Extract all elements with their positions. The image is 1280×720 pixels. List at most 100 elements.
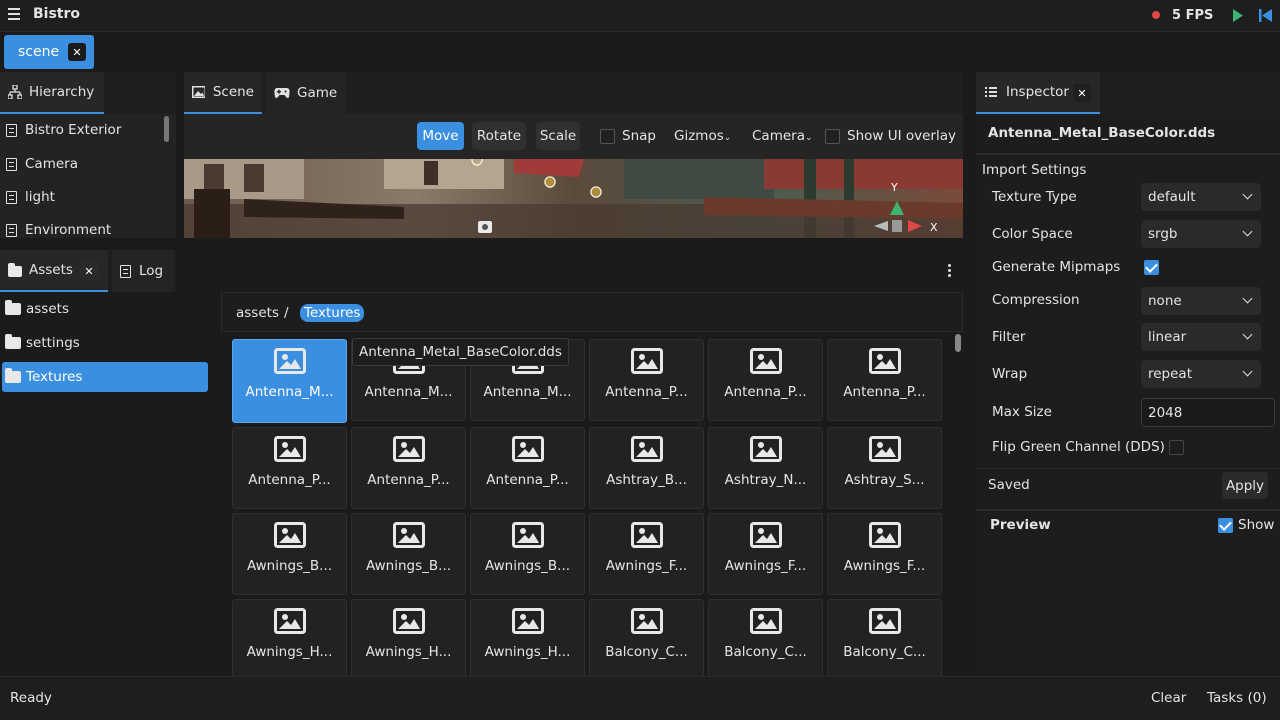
- top-bar: [0, 0, 1280, 32]
- asset-tile[interactable]: Antenna_P...: [827, 339, 942, 421]
- asset-tile[interactable]: Awnings_B...: [351, 513, 466, 595]
- max-size-input[interactable]: 2048: [1141, 398, 1275, 427]
- wrap-select[interactable]: repeat: [1141, 360, 1261, 388]
- close-scene-tab-button[interactable]: ✕: [68, 43, 86, 61]
- image-file-icon: [512, 608, 544, 634]
- scene-viewport[interactable]: Y X: [184, 159, 963, 238]
- tab-inspector[interactable]: Inspector ✕: [976, 72, 1100, 114]
- hierarchy-item-label: Bistro Exterior: [25, 122, 122, 138]
- compression-value: none: [1148, 293, 1182, 309]
- hierarchy-item-label: Camera: [25, 156, 78, 172]
- asset-tile[interactable]: Balcony_C...: [589, 599, 704, 681]
- fps-counter: 5 FPS: [1172, 8, 1214, 23]
- apply-button[interactable]: Apply: [1222, 472, 1268, 499]
- tab-game[interactable]: Game: [266, 72, 346, 114]
- chevron-down-icon: [1242, 293, 1253, 304]
- image-file-icon: [869, 436, 901, 462]
- asset-tile-label: Awnings_F...: [843, 558, 926, 574]
- asset-tile[interactable]: Antenna_P...: [351, 427, 466, 509]
- asset-tile[interactable]: Antenna_P...: [589, 339, 704, 421]
- asset-tile[interactable]: Antenna_P...: [232, 427, 347, 509]
- image-file-icon: [631, 522, 663, 548]
- hierarchy-tree-icon: [8, 85, 22, 99]
- hamburger-menu-icon[interactable]: [8, 8, 20, 20]
- asset-tile[interactable]: Ashtray_B...: [589, 427, 704, 509]
- asset-grid-scrollbar[interactable]: [955, 334, 961, 352]
- asset-tile[interactable]: Awnings_F...: [589, 513, 704, 595]
- asset-tile-label: Antenna_P...: [843, 384, 926, 400]
- hierarchy-scrollbar[interactable]: [164, 116, 169, 142]
- asset-tile[interactable]: Awnings_F...: [827, 513, 942, 595]
- asset-tile[interactable]: Balcony_C...: [708, 599, 823, 681]
- rotate-tool-button[interactable]: Rotate: [472, 122, 526, 150]
- snap-checkbox[interactable]: [600, 129, 615, 144]
- asset-tile[interactable]: Ashtray_N...: [708, 427, 823, 509]
- camera-dropdown[interactable]: Camera⌄: [752, 128, 813, 144]
- hierarchy-item-bistro-exterior[interactable]: Bistro Exterior: [0, 115, 164, 145]
- hierarchy-item-camera[interactable]: Camera: [0, 149, 164, 179]
- skip-to-start-icon[interactable]: [1259, 9, 1273, 22]
- asset-tile[interactable]: Awnings_H...: [351, 599, 466, 681]
- scale-tool-button[interactable]: Scale: [536, 122, 580, 150]
- asset-tile[interactable]: Ashtray_S...: [827, 427, 942, 509]
- asset-tile[interactable]: Awnings_H...: [470, 599, 585, 681]
- compression-select[interactable]: none: [1141, 287, 1261, 315]
- folder-item-assets[interactable]: assets: [2, 294, 208, 324]
- wrap-value: repeat: [1148, 366, 1193, 382]
- tab-scene-document-label: scene: [18, 44, 60, 60]
- image-icon: [192, 86, 205, 98]
- asset-tile-label: Balcony_C...: [724, 644, 807, 660]
- flip-green-checkbox[interactable]: [1169, 440, 1184, 455]
- asset-tile[interactable]: Awnings_F...: [708, 513, 823, 595]
- import-settings-title: Import Settings: [982, 162, 1087, 178]
- tab-log[interactable]: Log: [112, 250, 174, 292]
- image-file-icon: [274, 608, 306, 634]
- divider: [976, 153, 1280, 155]
- axis-y-label: Y: [890, 181, 898, 194]
- chevron-down-icon: [1242, 189, 1253, 200]
- move-tool-button[interactable]: Move: [417, 122, 464, 150]
- hierarchy-panel: Bistro Exterior Camera light Environment: [0, 114, 176, 238]
- breadcrumb-item-textures[interactable]: Textures: [300, 304, 365, 322]
- node-icon: [6, 190, 17, 204]
- tab-hierarchy[interactable]: Hierarchy: [0, 72, 104, 114]
- axis-x-label: X: [930, 221, 938, 234]
- tab-assets[interactable]: Assets ✕: [0, 250, 108, 292]
- asset-tooltip: Antenna_Metal_BaseColor.dds: [352, 338, 569, 366]
- texture-type-select[interactable]: default: [1141, 183, 1261, 211]
- asset-tile[interactable]: Awnings_B...: [232, 513, 347, 595]
- color-space-select[interactable]: srgb: [1141, 220, 1261, 248]
- tab-scene[interactable]: Scene: [184, 72, 262, 114]
- asset-tile[interactable]: Antenna_M...: [232, 339, 347, 423]
- snap-label: Snap: [622, 128, 656, 144]
- close-icon: ✕: [1077, 86, 1087, 100]
- asset-tile-label: Antenna_P...: [724, 384, 807, 400]
- filter-select[interactable]: linear: [1141, 323, 1261, 351]
- breadcrumb-item-assets[interactable]: assets: [236, 305, 279, 321]
- play-icon[interactable]: [1232, 9, 1244, 22]
- close-assets-tab-button[interactable]: ✕: [80, 262, 98, 280]
- tasks-button[interactable]: Tasks (0): [1207, 690, 1267, 706]
- show-preview-checkbox[interactable]: [1218, 518, 1233, 533]
- generate-mipmaps-checkbox[interactable]: [1144, 260, 1159, 275]
- folder-item-textures[interactable]: Textures: [2, 362, 208, 392]
- more-options-icon[interactable]: [948, 264, 952, 279]
- status-bar: [0, 676, 1280, 720]
- node-icon: [6, 223, 17, 237]
- camera-label: Camera: [752, 128, 805, 144]
- show-ui-overlay-label: Show UI overlay: [847, 128, 956, 144]
- asset-tile[interactable]: Antenna_P...: [470, 427, 585, 509]
- asset-tile[interactable]: Antenna_P...: [708, 339, 823, 421]
- node-icon: [6, 123, 17, 137]
- asset-tile[interactable]: Awnings_H...: [232, 599, 347, 681]
- close-inspector-tab-button[interactable]: ✕: [1073, 84, 1091, 102]
- hierarchy-item-light[interactable]: light: [0, 182, 164, 212]
- asset-tile[interactable]: Balcony_C...: [827, 599, 942, 681]
- clear-button[interactable]: Clear: [1151, 690, 1186, 706]
- asset-tile[interactable]: Awnings_B...: [470, 513, 585, 595]
- hierarchy-item-environment[interactable]: Environment: [0, 215, 164, 238]
- show-ui-overlay-checkbox[interactable]: [825, 129, 840, 144]
- generate-mipmaps-label: Generate Mipmaps: [992, 259, 1121, 275]
- gizmos-dropdown[interactable]: Gizmos⌄: [674, 128, 731, 144]
- folder-item-settings[interactable]: settings: [2, 328, 208, 358]
